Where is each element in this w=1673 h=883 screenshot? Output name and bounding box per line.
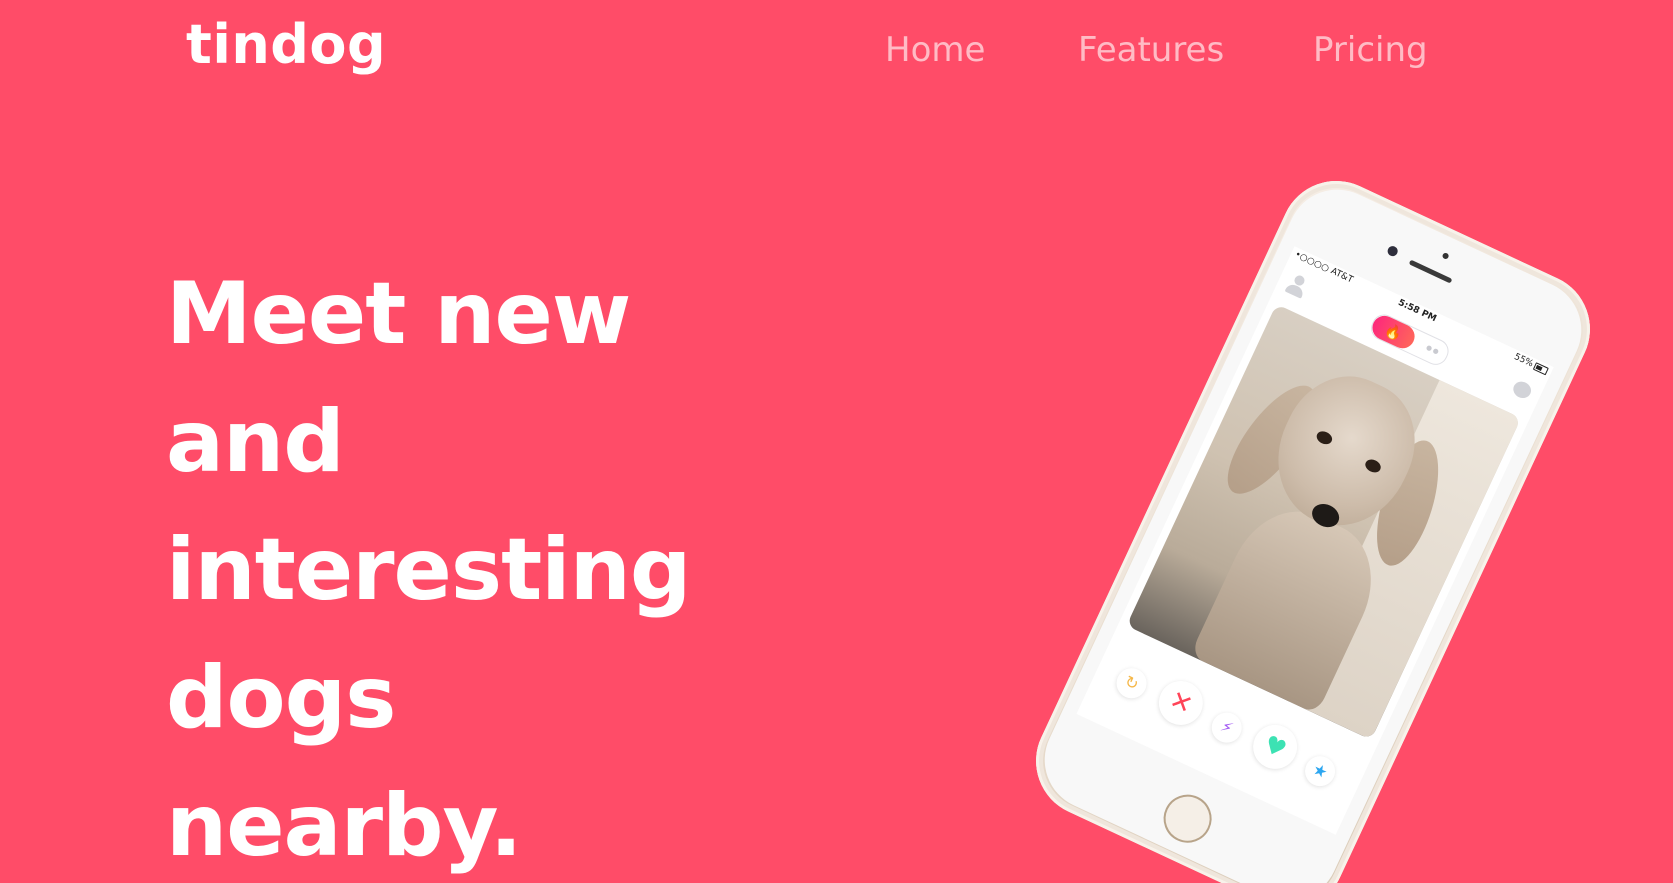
undo-icon: ↻: [1111, 663, 1152, 704]
top-nav: Home Features Pricing: [0, 28, 1673, 72]
nav-link-pricing[interactable]: Pricing: [1313, 28, 1428, 72]
chat-icon: [1510, 378, 1534, 401]
phone-mockup: •○○○○ AT&T 5:58 PM 55% 🔥 ●● ↻ ✕ ⚡ ♥ ★: [1017, 162, 1609, 883]
hero-page: tindog Home Features Pricing Meet new an…: [0, 0, 1673, 883]
profile-icon: [1284, 272, 1310, 300]
headline-line: nearby.: [166, 776, 522, 876]
heart-icon: ♥: [1245, 717, 1305, 777]
headline-line: Meet new: [166, 264, 631, 364]
hero-headline: Meet new and interesting dogs nearby.: [166, 250, 806, 883]
headline-line: dogs: [166, 648, 396, 748]
group-icon: ●●: [1423, 339, 1443, 359]
flame-icon: 🔥: [1368, 311, 1419, 353]
star-icon: ★: [1300, 751, 1341, 792]
headline-line: and: [166, 392, 345, 492]
bolt-icon: ⚡: [1206, 707, 1247, 748]
nav-link-features[interactable]: Features: [1078, 28, 1224, 72]
nav-link-home[interactable]: Home: [885, 28, 985, 72]
close-icon: ✕: [1151, 673, 1211, 733]
headline-line: interesting: [166, 520, 691, 620]
battery-icon: [1532, 362, 1549, 376]
